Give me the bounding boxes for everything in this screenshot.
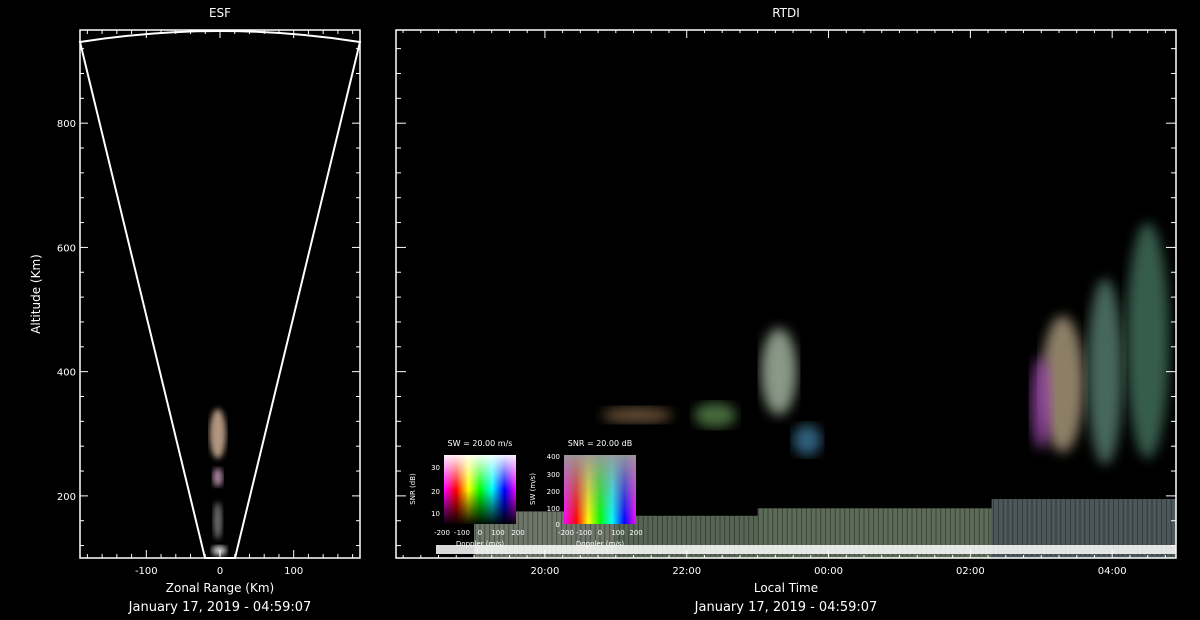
esf-title: ESF	[209, 6, 231, 20]
legend-snr-xtick: -200	[558, 529, 574, 537]
rtdi-echo	[793, 424, 822, 456]
legend-snr-xtick: -100	[576, 529, 592, 537]
legend-snr-grey	[564, 455, 636, 524]
esf-xtick-label: -100	[135, 566, 158, 577]
esf-ytick-label: 600	[57, 243, 76, 254]
legend-snr-xtick: 200	[629, 529, 642, 537]
rtdi-echo	[1030, 356, 1052, 450]
legend-snr-xtick: 0	[598, 529, 602, 537]
legend-sw-ylabel: SNR (dB)	[409, 473, 417, 505]
esf-axis-ticks: 200 400 600 800 -100 0 100	[57, 30, 360, 577]
legend-sw-xtick: -100	[454, 529, 470, 537]
legend-sw-xtick: -200	[434, 529, 450, 537]
chart-canvas: ESF 200400600800-100 0 100 Zonal Range (Km…	[29, 6, 1177, 615]
rtdi-echoes	[601, 222, 1169, 465]
legend-sw-title: SW = 20.00 m/s	[448, 439, 513, 448]
rtdi-xtick-label: 20:00	[530, 566, 559, 577]
esf-ylabel: Altitude (Km)	[29, 254, 43, 334]
esf-echo	[212, 467, 223, 487]
esf-ytick-label: 200	[57, 492, 76, 503]
rtdi-echo	[1087, 278, 1123, 465]
rtdi-echo	[601, 407, 673, 423]
rtdi-title: RTDI	[772, 6, 800, 20]
legend-sw-xtick: 200	[511, 529, 524, 537]
legend-snr-ylabel: SW (m/s)	[529, 473, 537, 505]
legend-sw-xtick: 100	[491, 529, 504, 537]
legend-sw-ytick: 30	[431, 464, 440, 472]
rtdi-xtick-label: 04:00	[1098, 566, 1127, 577]
rtdi-xtick-label: 02:00	[956, 566, 985, 577]
rtdi-xlabel: Local Time	[754, 581, 818, 595]
rtdi-xtick-label: 00:00	[814, 566, 843, 577]
legend-snr-xtick: 100	[611, 529, 624, 537]
rtdi-echo	[693, 402, 737, 428]
esf-echo	[213, 502, 223, 540]
esf-echo	[209, 408, 226, 459]
legend-snr-xlabel: Doppler (m/s)	[576, 540, 624, 548]
legend-sw-xlabel: Doppler (m/s)	[456, 540, 504, 548]
legend-sw-ytick: 10	[431, 510, 440, 518]
legend-snr-title: SNR = 20.00 dB	[568, 439, 632, 448]
legend-snr-ytick: 300	[547, 471, 560, 479]
rtdi-echo	[761, 328, 797, 416]
esf-xlabel: Zonal Range (Km)	[166, 581, 274, 595]
legend-sw-ytick: 20	[431, 488, 440, 496]
legend-sw-xtick: 0	[478, 529, 482, 537]
rtdi-bottom-bright-band	[436, 545, 1176, 554]
legend-sw-dark	[444, 455, 516, 524]
esf-ytick-label: 800	[57, 119, 76, 130]
esf-panel: ESF 200 400 600 800 -100 0 100 Zonal Range (Km…	[29, 6, 362, 615]
esf-ytick-label: 400	[57, 368, 76, 379]
rtdi-footer: January 17, 2019 - 04:59:07	[694, 600, 878, 615]
esf-footer: January 17, 2019 - 04:59:07	[128, 600, 312, 615]
esf-echo	[211, 545, 227, 556]
esf-echoes	[209, 408, 227, 556]
legend-snr-ytick: 400	[547, 453, 560, 461]
rtdi-xtick-label: 22:00	[672, 566, 701, 577]
legend-snr-ytick: 0	[556, 521, 560, 529]
rtdi-echo	[1126, 222, 1169, 459]
legend-snr-ytick: 100	[547, 505, 560, 513]
esf-xtick-label: 100	[284, 566, 303, 577]
legend-snr-ytick: 200	[547, 488, 560, 496]
esf-xtick-label: 0	[217, 566, 223, 577]
